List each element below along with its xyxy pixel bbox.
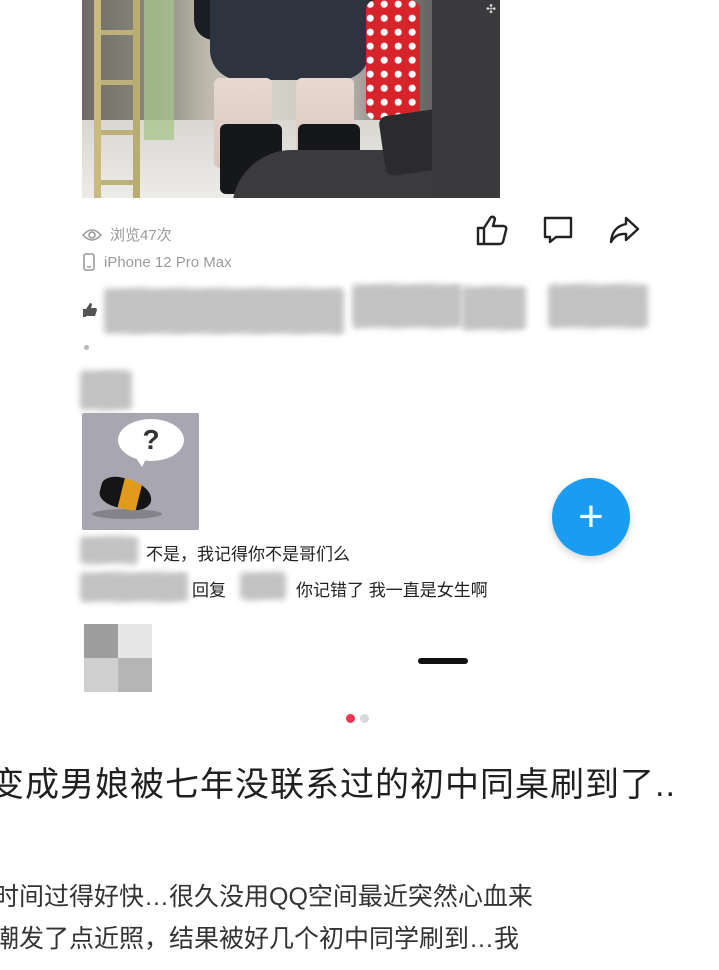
question-bubble: ? <box>118 419 184 461</box>
reply2-target-redacted <box>240 572 286 600</box>
reply2-author-redacted <box>80 572 188 602</box>
post-photo[interactable]: ✣ <box>82 0 500 198</box>
comment-button[interactable] <box>540 214 576 250</box>
separator-dot <box>84 345 89 350</box>
reply-2-prefix: 回复 <box>192 581 226 600</box>
redacted-names-2 <box>352 284 462 328</box>
comment-sticker[interactable]: ? <box>82 413 199 530</box>
article-title: 变成男娘被七年没联系过的初中同桌刷到了.. <box>0 766 676 804</box>
photo-shelf <box>144 0 174 140</box>
photo-red-bag <box>366 0 420 120</box>
device-info: iPhone 12 Pro Max <box>82 253 232 271</box>
image-pager[interactable] <box>346 714 369 723</box>
add-button[interactable]: + <box>552 478 630 556</box>
pager-dot-2[interactable] <box>360 714 369 723</box>
sticker-shadow <box>92 509 162 519</box>
share-button[interactable] <box>606 214 642 250</box>
photo-dark-edge <box>432 0 500 198</box>
article-body: 时间过得好快…很久没用QQ空间最近突然心血来 潮发了点近照，结果被好几个初中同学… <box>0 876 719 960</box>
view-count: 浏览47次 <box>82 224 172 245</box>
device-label: iPhone 12 Pro Max <box>104 253 232 271</box>
view-count-label: 浏览47次 <box>110 227 172 244</box>
article-body-line: 潮发了点近照，结果被好几个初中同学刷到…我 <box>0 925 520 953</box>
eye-icon <box>82 228 102 242</box>
likes-row <box>82 280 662 340</box>
photo-ladder <box>94 0 140 198</box>
post-actions <box>474 214 642 250</box>
bubble-tail <box>134 455 148 467</box>
reply-1-text: 不是，我记得你不是哥们么 <box>146 545 350 564</box>
redacted-names-1 <box>104 288 344 334</box>
comment-icon <box>542 215 574 250</box>
comment-author-redacted <box>80 370 132 410</box>
article-body-line: 时间过得好快…很久没用QQ空间最近突然心血来 <box>0 883 533 911</box>
phone-icon <box>82 253 96 271</box>
pager-dot-1[interactable] <box>346 714 355 723</box>
reply-2-text: 你记错了 我一直是女生啊 <box>296 581 488 600</box>
pixelated-avatar <box>84 624 152 692</box>
like-small-icon <box>82 302 98 323</box>
share-icon <box>608 215 640 250</box>
like-button[interactable] <box>474 214 510 250</box>
thumbs-up-icon <box>475 214 509 251</box>
photo-skirt <box>210 0 370 80</box>
reply1-author-redacted <box>80 536 138 564</box>
home-indicator[interactable] <box>418 658 468 664</box>
redacted-names-4 <box>548 284 648 328</box>
redacted-names-3 <box>462 286 526 330</box>
bird-icon <box>97 473 155 515</box>
photo-watermark: ✣ <box>485 2 496 16</box>
